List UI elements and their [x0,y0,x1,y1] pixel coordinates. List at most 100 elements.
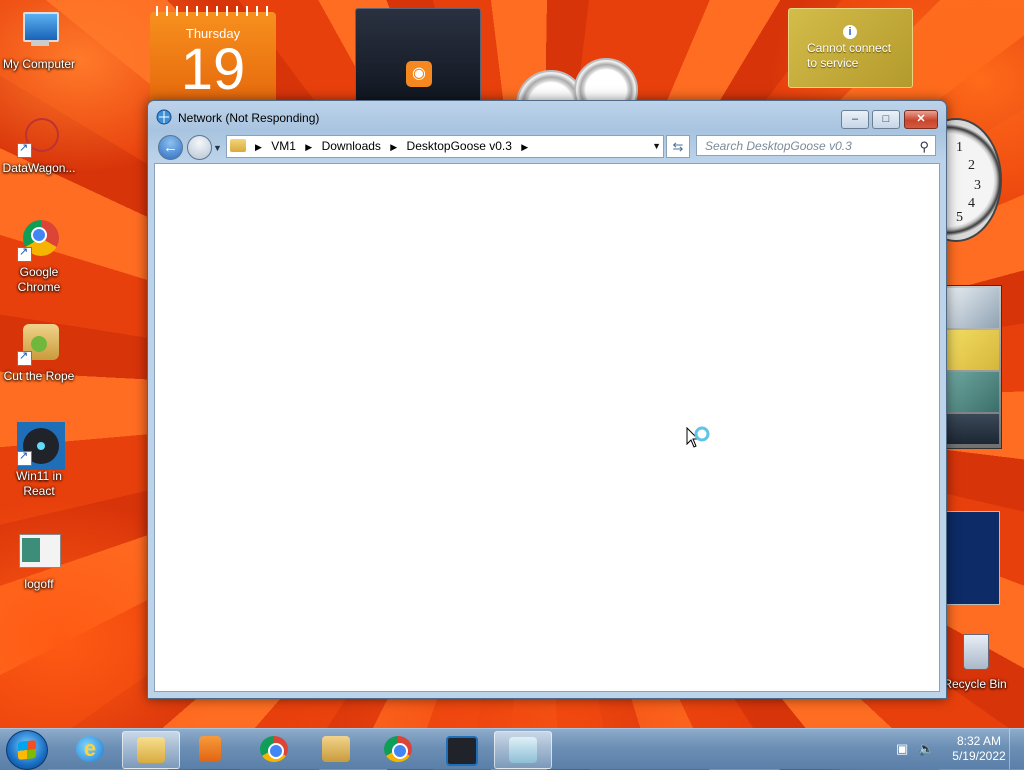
clock-date: 5/19/2022 [952,749,1006,763]
show-desktop-button[interactable] [1009,729,1024,769]
explorer-icon [137,737,165,763]
breadcrumb-separator-icon[interactable]: ▶ [390,142,397,152]
computer-icon [17,10,61,54]
desktop-icon-label: Recycle Bin [943,677,1007,691]
search-input[interactable]: Search DesktopGoose v0.3 ⚲ [696,135,936,156]
clock-numeral: 3 [974,178,981,193]
shortcut-arrow-icon [17,349,32,366]
breadcrumb-separator-icon[interactable]: ▶ [305,142,312,152]
window-title: Network (Not Responding) [178,111,320,125]
desktop-icon-label: logoff [24,577,54,591]
breadcrumb-separator-icon[interactable]: ▶ [521,142,528,152]
taskbar-item-cut-the-rope[interactable] [308,731,364,767]
taskbar-item-internet-explorer[interactable]: e [62,731,118,767]
system-tray: ▣ 🔈 8:32 AM 5/19/2022 [884,729,1024,769]
taskbar-item-google-chrome[interactable] [246,731,302,767]
breadcrumb-separator-icon[interactable]: ▶ [255,142,262,152]
desktop-icon-label: Cut the Rope [3,369,75,383]
folder-icon [230,139,246,152]
chrome-icon [17,218,61,262]
rss-feed-gadget[interactable]: ◉ View headlines [355,8,481,105]
breadcrumb-item[interactable]: Downloads [322,139,381,153]
cut-the-rope-icon [17,322,61,366]
forward-button[interactable] [187,135,212,160]
explorer-window[interactable]: Network (Not Responding) – □ ✕ ← ▼ ▶ VM1… [147,100,947,699]
windows-logo-icon [18,740,36,760]
weather-status-line: Cannot connect [807,41,892,55]
shortcut-arrow-icon [17,141,32,158]
rss-icon: ◉ [406,61,432,87]
minimize-button[interactable]: – [841,110,869,129]
folder-content-pane[interactable] [154,163,940,692]
info-icon: i [843,25,857,39]
shortcut-arrow-icon [17,449,32,466]
notepad-icon [509,737,537,763]
desktop-icon-my-computer[interactable]: My Computer [0,10,78,72]
clock-numeral: 2 [968,158,975,173]
taskbar-item-notepad[interactable] [494,731,552,769]
clock-time: 8:32 AM [956,734,1002,748]
desktop-icon-label: Win11 in React [16,469,62,498]
search-icon[interactable]: ⚲ [919,136,929,157]
clock-numeral: 4 [968,196,975,211]
picture-puzzle-gadget[interactable] [946,511,1000,605]
desktop-icon-cut-the-rope[interactable]: Cut the Rope [0,322,78,384]
busy-cursor-icon [686,426,710,448]
refresh-button[interactable]: ⇆ [666,135,690,158]
media-icon [199,736,221,762]
weather-gadget[interactable]: i Cannot connect to service [788,8,913,88]
shortcut-arrow-icon [17,245,32,262]
network-status-icon[interactable]: ▣ [896,741,908,757]
weather-status-line: to service [807,56,859,70]
weather-status-message: Cannot connect to service [807,41,891,71]
back-button[interactable]: ← [158,135,183,160]
recycle-bin-icon [953,630,997,674]
calendar-gadget[interactable]: Thursday 19 [150,6,276,107]
desktop-icon-datawagon[interactable]: DataWagon... [0,113,78,176]
breadcrumb: ▶ VM1 ▶ Downloads ▶ DesktopGoose v0.3 ▶ [249,136,534,158]
slide-thumbnail [947,414,999,444]
breadcrumb-item[interactable]: VM1 [271,139,296,153]
slide-thumbnail [947,288,999,328]
calendar-day-number: 19 [180,37,246,102]
start-button[interactable] [6,730,48,770]
desktop-icon-label: Google Chrome [17,265,61,294]
desktop-icon-recycle-bin[interactable]: Recycle Bin [936,630,1014,692]
clock-numeral: 5 [956,210,963,225]
slideshow-gadget[interactable] [946,285,1002,449]
ie-icon: e [76,736,104,762]
address-bar[interactable]: ▶ VM1 ▶ Downloads ▶ DesktopGoose v0.3 ▶ … [226,135,664,158]
taskbar-item-win11-in-react[interactable] [432,731,488,767]
datawagon-icon [17,113,64,158]
calendar-rings [156,6,270,16]
clock-numeral: 1 [956,140,963,155]
maximize-button[interactable]: □ [872,110,900,129]
desktop-icon-google-chrome[interactable]: Google Chrome [0,218,78,295]
chrome-icon [384,736,412,762]
react-icon [17,422,65,470]
search-placeholder: Search DesktopGoose v0.3 [705,139,852,153]
taskbar-clock[interactable]: 8:32 AM 5/19/2022 [949,734,1009,764]
address-history-dropdown-icon[interactable]: ▼ [652,136,661,157]
slide-thumbnail [947,372,999,412]
close-button[interactable]: ✕ [904,110,938,129]
cut-the-rope-icon [322,736,350,762]
network-icon [156,109,172,125]
breadcrumb-item[interactable]: DesktopGoose v0.3 [407,139,512,153]
recent-pages-dropdown-icon[interactable]: ▼ [213,143,222,153]
volume-icon[interactable]: 🔈 [918,741,934,757]
desktop-icon-label: DataWagon... [2,161,76,175]
logoff-icon [17,530,61,574]
desktop-icon-label: My Computer [2,57,76,71]
navigation-bar: ← ▼ ▶ VM1 ▶ Downloads ▶ DesktopGoose v0.… [148,133,946,161]
taskbar-item-windows-explorer[interactable] [122,731,180,769]
taskbar: e ▣ 🔈 8:32 AM 5/19/2022 [0,728,1024,770]
react-icon [446,736,478,766]
taskbar-item-google-chrome-2[interactable] [370,731,426,767]
slide-thumbnail [947,330,999,370]
chrome-icon [260,736,288,762]
desktop-icon-logoff[interactable]: logoff [0,530,78,592]
desktop-icon-win11-in-react[interactable]: Win11 in React [0,422,78,499]
title-bar[interactable]: Network (Not Responding) – □ ✕ [148,101,946,133]
taskbar-item-media-player[interactable] [182,731,238,767]
